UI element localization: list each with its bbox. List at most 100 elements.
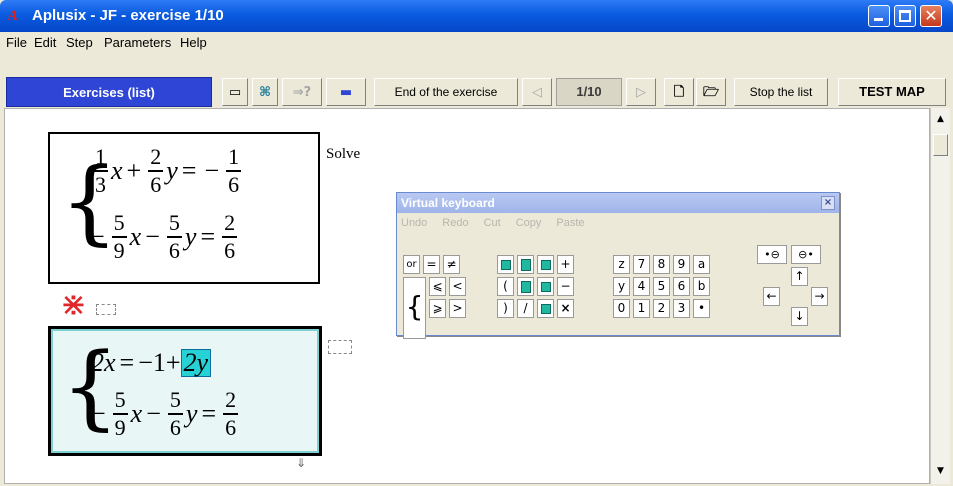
key-4[interactable]: 4 [633,277,650,296]
variable: x [130,399,143,428]
vertical-scrollbar[interactable]: ▲ ▼ [930,108,950,484]
end-exercise-button[interactable]: End of the exercise [374,78,518,106]
key-plus[interactable]: + [557,255,574,274]
key-minus[interactable]: − [557,277,574,296]
redo-item[interactable]: Redo [442,215,468,231]
fraction: 59 [111,212,127,263]
key-paren-template[interactable] [497,255,514,274]
close-button[interactable]: ✕ [920,5,942,27]
box-icon: ▭ [228,85,242,100]
exercises-list-button[interactable]: Exercises (list) [6,77,212,107]
paste-item[interactable]: Paste [556,215,584,231]
key-6[interactable]: 6 [673,277,690,296]
key-2[interactable]: 2 [653,299,670,318]
key-dot[interactable]: • [693,299,710,318]
key-left-paren[interactable]: ( [497,277,514,296]
key-a[interactable]: a [693,255,710,274]
operator: − [90,222,105,251]
keyboard-close-icon[interactable]: × [821,196,835,210]
step-equivalence-icon[interactable]: ⋇ [60,287,87,321]
key-arrow-right[interactable]: → [811,287,828,306]
key-arrow-down[interactable]: ↓ [791,307,808,326]
key-b[interactable]: b [693,277,710,296]
denominator: 6 [225,415,237,440]
keyboard-menu: Undo Redo Cut Copy Paste [401,215,585,231]
equation-row-1: 2x = −1+ 2y [91,348,212,377]
equals-sign: = [200,222,216,251]
step-comment-box[interactable] [96,304,116,315]
operator: − [204,156,220,185]
key-brace[interactable]: { [403,277,426,339]
key-arrow-left[interactable]: ← [763,287,780,306]
keyboard-button[interactable]: ▬ [326,78,366,106]
menu-parameters[interactable]: Parameters [104,36,171,50]
key-7[interactable]: 7 [633,255,650,274]
key-5[interactable]: 5 [653,277,670,296]
key-equals[interactable]: = [423,255,440,274]
key-0[interactable]: 0 [613,299,630,318]
arrow-left-icon: ◁ [532,85,542,100]
denominator: 6 [169,415,181,440]
key-power[interactable] [537,255,554,274]
key-nav-right-delete[interactable]: ⊖• [791,245,821,264]
key-z[interactable]: z [613,255,630,274]
scroll-down-icon[interactable]: ▼ [931,462,950,481]
menu-help[interactable]: Help [180,36,207,50]
key-fraction[interactable] [517,255,534,274]
stop-list-button[interactable]: Stop the list [734,78,828,106]
help-step-button[interactable]: ⇒? [282,78,322,106]
key-greater-equal[interactable]: ⩾ [429,299,446,318]
single-box-button[interactable]: ▭ [222,78,248,106]
cut-item[interactable]: Cut [484,215,501,231]
previous-button[interactable]: ◁ [522,78,552,106]
key-3[interactable]: 3 [673,299,690,318]
key-fraction-alt[interactable] [517,277,534,296]
scroll-thumb[interactable] [933,134,948,156]
key-1[interactable]: 1 [633,299,650,318]
key-square-root[interactable] [537,299,554,318]
menu-step[interactable]: Step [66,36,93,50]
denominator: 9 [113,238,125,263]
key-greater-than[interactable]: > [449,299,466,318]
title-bar: A Aplusix - JF - exercise 1/10 ✕ [0,0,953,32]
fraction-alt-icon [520,280,531,293]
new-file-button[interactable]: 🗋 [664,78,694,106]
key-subscript[interactable] [537,277,554,296]
key-arrow-up[interactable]: ↑ [791,267,808,286]
numerator: 2 [225,387,237,412]
key-not-equal[interactable]: ≠ [443,255,460,274]
menu-bar: File Edit Step Parameters Help [0,32,953,54]
key-8[interactable]: 8 [653,255,670,274]
test-map-button[interactable]: TEST MAP [838,78,946,106]
key-9[interactable]: 9 [673,255,690,274]
menu-file[interactable]: File [6,36,27,50]
numerator: 1 [95,144,106,169]
key-y[interactable]: y [613,277,630,296]
key-less-equal[interactable]: ⩽ [429,277,446,296]
equation-box-original[interactable]: { 13 x + 26 y = − 16 − 59 x − 56 y = 26 [48,132,320,284]
variable: x [129,222,142,251]
resize-handle-icon[interactable]: ⇓ [296,456,306,470]
next-button[interactable]: ▷ [626,78,656,106]
rhs-term: −1+ [138,348,181,377]
minimize-button[interactable] [868,5,890,27]
key-times[interactable]: × [557,299,574,318]
key-less-than[interactable]: < [449,277,466,296]
key-right-paren[interactable]: ) [497,299,514,318]
undo-item[interactable]: Undo [401,215,427,231]
fraction: 56 [167,389,183,440]
copy-item[interactable]: Copy [516,215,542,231]
equation-box-active[interactable]: { 2x = −1+ 2y − 59 x − 56 y = 26 [48,326,322,456]
fraction: 26 [222,212,238,262]
variable: x [111,156,123,185]
comment-box[interactable] [328,340,352,354]
selected-term[interactable]: 2y [180,349,212,377]
open-folder-button[interactable]: 🗁 [696,78,726,106]
split-box-button[interactable]: ⌘ [252,78,278,106]
menu-edit[interactable]: Edit [34,36,56,50]
scroll-up-icon[interactable]: ▲ [931,110,950,129]
key-nav-left-delete[interactable]: •⊖ [757,245,787,264]
key-slash[interactable]: / [517,299,534,318]
key-or[interactable]: or [403,255,420,274]
maximize-button[interactable] [894,5,916,27]
